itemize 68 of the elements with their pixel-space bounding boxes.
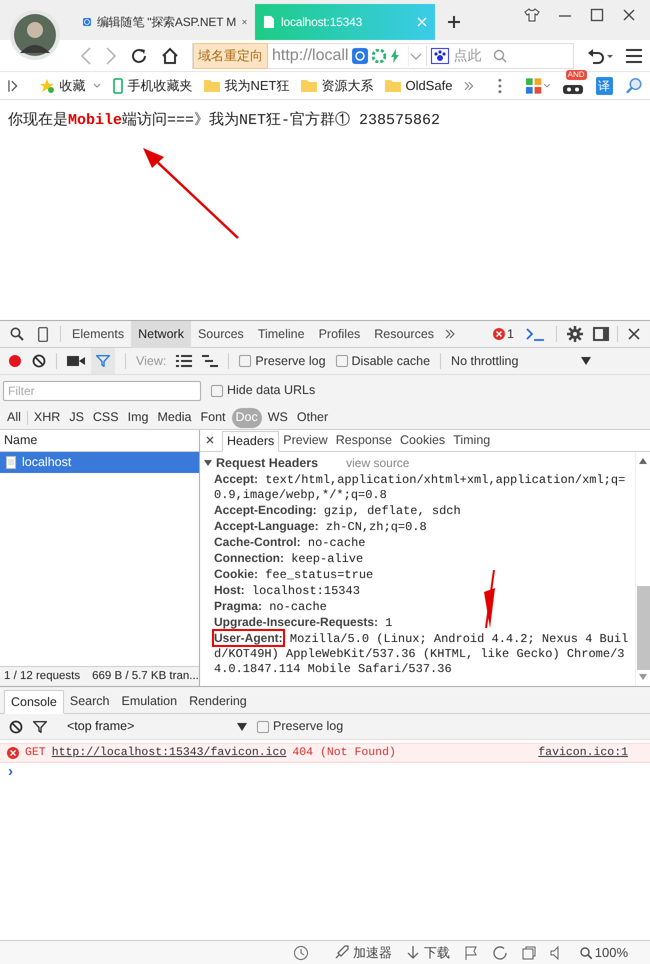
view-source-link[interactable]: view source [346,454,410,472]
type-filter[interactable]: JS [66,408,87,428]
source-link[interactable]: favicon.ico:1 [538,744,628,762]
redirect-badge[interactable]: 域名重定向 [193,42,268,68]
header-line: Cookie: fee_status=true [213,567,374,583]
type-filter[interactable]: Img [124,408,152,428]
type-filter[interactable]: Other [294,408,332,428]
header-line: Upgrade-Insecure-Requests: 1 [213,615,394,631]
request-url-link[interactable]: http://localhost:15343/favicon.ico [52,744,286,762]
detail-tab[interactable]: Preview [279,430,332,451]
drawer-tab[interactable]: Console [4,690,64,714]
drawer-tab[interactable]: Emulation [115,689,184,713]
header-line: Pragma: no-cache [213,599,328,615]
filter-field[interactable]: Filter [3,380,201,400]
panel-tab[interactable]: Profiles [312,320,368,348]
type-filter[interactable]: Media [154,408,194,428]
bookmark-item[interactable]: 资源大系 [301,76,374,96]
translate-button[interactable]: 译 [596,76,613,94]
disable-cache-label: Disable cache [352,352,430,370]
type-filter[interactable]: WS [264,408,291,428]
request-summary: 1 / 12 requests [4,668,80,684]
tab-title: 编辑随笔 "探索ASP.NET M [96,14,236,31]
zoom-control[interactable]: 100% [580,942,628,962]
drawer-tab[interactable]: Search [64,689,116,713]
detail-tab[interactable]: Cookies [396,430,450,451]
request-row[interactable]: localhost [0,452,199,473]
bookmark-item[interactable]: OldSafe [385,76,452,96]
bookmark-item[interactable]: 手机收藏夹 [113,76,192,96]
panel-tab[interactable]: Sources [190,320,251,348]
bookmark-item[interactable]: 我为NET狂 [204,76,290,96]
url-text[interactable]: http://locall [272,44,348,68]
panel-tab[interactable]: Network [131,320,191,348]
panel-tab[interactable]: Elements [65,320,132,348]
header-line: Cache-Control: no-cache [213,535,366,551]
header-line: Connection: keep-alive [213,551,364,567]
header-line: Accept-Encoding: gzip, deflate, sdch [213,503,462,519]
type-filter[interactable]: Font [198,408,229,428]
panel-tab[interactable]: Timeline [250,320,312,348]
header-line: User-Agent: Mozilla/5.0 (Linux; Android 4.4.2; Nexus 4 Build/KOT49H) AppleWebKit/537.36 (KHTML, like Gecko) Chrome/34.0.1847.114 Mobile Safari/537.36 [213,631,630,677]
panel-tab[interactable]: Resources [367,320,442,348]
browser-tab[interactable]: 编辑随笔 "探索ASP.NET M [75,4,255,40]
request-method: GET [25,745,46,762]
console-prompt[interactable]: › [0,763,13,781]
status-item[interactable]: 加速器 [332,942,392,962]
header-line: Host: localhost:15343 [213,583,361,599]
drawer-tab[interactable]: Rendering [183,689,253,713]
search-field[interactable]: 点此 [453,45,490,66]
throttling-select[interactable]: No throttling [451,352,592,370]
transfer-size: 669 B / 5.7 KB tran... [92,668,199,684]
view-label: View: [136,352,166,370]
preserve-log-label: Preserve log [273,718,344,736]
context-select[interactable]: <top frame> [67,717,247,736]
status-text: 404 (Not Found) [292,745,396,762]
tab-title: localhost:15343 [281,14,364,31]
type-filter[interactable]: All [4,408,24,428]
error-count: 1 [507,326,514,343]
preserve-log-label: Preserve log [255,352,326,370]
section-title: Request Headers [216,454,318,472]
hide-data-urls-label: Hide data URLs [227,382,316,400]
type-filter[interactable]: XHR [30,408,64,428]
detail-tab[interactable]: Response [332,430,396,451]
header-line: Accept-Language: zh-CN,zh;q=0.8 [213,519,428,535]
type-filter[interactable]: CSS [90,408,122,428]
detail-tab[interactable]: Timing [449,430,494,451]
page-message: 你现在是Mobile端访问===》我为NET狂-官方群① 238575862 [8,110,440,131]
bookmark-item[interactable]: 收藏 [39,76,102,96]
status-item[interactable]: 下载 [406,942,450,962]
detail-tab[interactable]: Headers [222,431,280,452]
